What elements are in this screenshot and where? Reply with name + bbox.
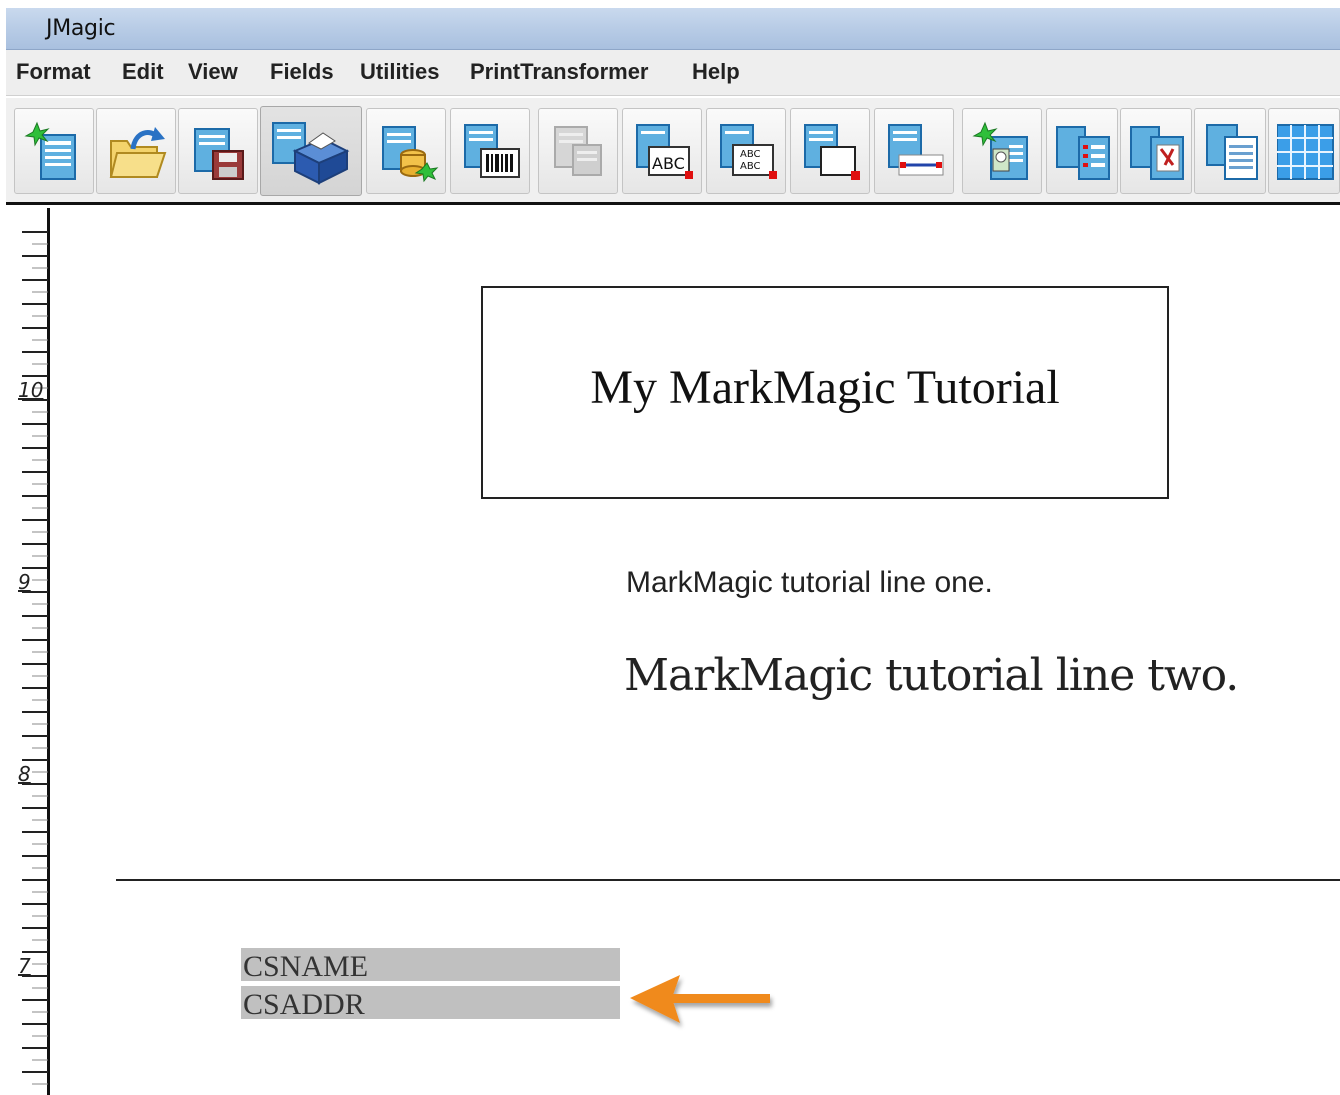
- ruler-label-10: 10: [18, 378, 44, 402]
- copy-button[interactable]: [1194, 108, 1266, 194]
- line-icon: [888, 124, 944, 176]
- menu-help[interactable]: Help: [692, 59, 740, 85]
- design-canvas[interactable]: My MarkMagic Tutorial MarkMagic tutorial…: [50, 208, 1340, 1095]
- image-button[interactable]: [962, 108, 1042, 194]
- menu-view[interactable]: View: [188, 59, 238, 85]
- vertical-ruler: 10 9 8 7: [6, 208, 50, 1095]
- multi-text-icon: ABC ABC: [720, 124, 777, 179]
- open-folder-icon: [109, 127, 167, 178]
- text-line-two[interactable]: MarkMagic tutorial line two.: [624, 650, 1239, 701]
- database-icon: [382, 126, 439, 183]
- menu-utilities[interactable]: Utilities: [360, 59, 439, 85]
- new-format-button[interactable]: [14, 108, 94, 194]
- svg-text:ABC: ABC: [740, 149, 761, 160]
- save-button[interactable]: [178, 108, 258, 194]
- window-title: JMagic: [46, 16, 116, 41]
- list-icon: [1056, 126, 1110, 180]
- multi-text-button[interactable]: ABC ABC: [706, 108, 786, 194]
- graphic-icon: [1130, 126, 1184, 180]
- document-title[interactable]: My MarkMagic Tutorial: [483, 360, 1167, 415]
- grid-icon: [1277, 124, 1334, 180]
- barcode-icon: [464, 124, 520, 178]
- line-button[interactable]: [874, 108, 954, 194]
- svg-text:ABC: ABC: [652, 154, 685, 173]
- disabled-copy-icon: [554, 126, 602, 176]
- copy-icon: [1206, 124, 1258, 180]
- menu-printtransformer[interactable]: PrintTransformer: [470, 59, 649, 85]
- text-field-button[interactable]: ABC: [622, 108, 702, 194]
- box-button[interactable]: [790, 108, 870, 194]
- menu-edit[interactable]: Edit: [122, 59, 164, 85]
- menu-fields[interactable]: Fields: [270, 59, 334, 85]
- box-icon: [804, 124, 860, 180]
- open-button[interactable]: [96, 108, 176, 194]
- ruler-label-9: 9: [18, 570, 31, 594]
- save-icon: [194, 128, 244, 180]
- image-icon: [972, 121, 1028, 180]
- new-format-icon: [24, 121, 76, 180]
- title-bar: JMagic: [6, 8, 1340, 50]
- ruler-label-7: 7: [18, 954, 31, 978]
- orange-arrow-icon: [630, 975, 770, 1023]
- text-line-one[interactable]: MarkMagic tutorial line one.: [626, 566, 993, 600]
- horizontal-line[interactable]: [116, 879, 1340, 881]
- menu-bar: Format Edit View Fields Utilities PrintT…: [6, 50, 1340, 96]
- barcode-button[interactable]: [450, 108, 530, 194]
- ruler-label-8: 8: [18, 762, 31, 786]
- print-icon: [272, 122, 350, 185]
- disabled-button[interactable]: [538, 108, 618, 194]
- svg-text:ABC: ABC: [740, 161, 761, 172]
- list-button[interactable]: [1046, 108, 1118, 194]
- menu-format[interactable]: Format: [16, 59, 91, 85]
- title-box[interactable]: My MarkMagic Tutorial: [481, 286, 1169, 499]
- graphic-button[interactable]: [1120, 108, 1192, 194]
- field-csname[interactable]: CSNAME: [241, 948, 620, 981]
- toolbar: ABC ABC ABC: [6, 97, 1340, 205]
- text-field-icon: ABC: [636, 124, 693, 179]
- grid-button[interactable]: [1268, 108, 1340, 194]
- field-csaddr[interactable]: CSADDR: [241, 986, 620, 1019]
- database-button[interactable]: [366, 108, 446, 194]
- print-button[interactable]: [260, 106, 362, 196]
